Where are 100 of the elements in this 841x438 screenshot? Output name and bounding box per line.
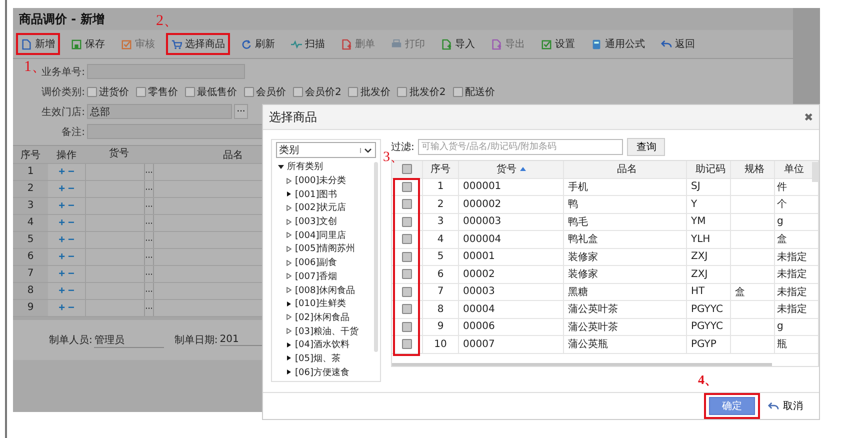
row-number: 9 <box>13 300 48 316</box>
edit-icon <box>541 38 552 50</box>
filter-field[interactable]: 可输入货号/品名/助记码/附加条码 <box>418 139 624 155</box>
back-arrow-icon <box>768 400 779 412</box>
tree-item[interactable]: [003]文创 <box>272 214 380 228</box>
triangle-down-icon <box>278 164 284 170</box>
toolbar-button[interactable]: 通用公式 <box>586 33 650 55</box>
column-header: 助记码 <box>686 161 730 178</box>
triangle-right-icon <box>286 178 292 184</box>
toolbar-button[interactable]: 设置 <box>536 33 580 55</box>
table-cell: Y <box>686 196 730 212</box>
select-all-checkbox[interactable] <box>402 164 412 174</box>
table-cell: 7 <box>422 284 458 300</box>
tree-item[interactable]: [001]图书 <box>272 187 380 202</box>
checkbox[interactable] <box>452 86 463 96</box>
tree-item[interactable]: [010]生鲜类 <box>272 296 380 311</box>
tree-item[interactable]: 所有类别 <box>272 160 380 174</box>
order-number-field[interactable] <box>87 64 245 79</box>
toolbar-button[interactable]: 保存 <box>66 33 110 55</box>
browse-button[interactable]: ··· <box>234 104 248 119</box>
toolbar-button[interactable]: 扫描 <box>286 33 330 55</box>
annotation-label: 4、 <box>698 371 718 389</box>
import-icon <box>441 38 452 50</box>
table-cell: 00003 <box>458 284 563 300</box>
scrollbar[interactable] <box>812 162 818 182</box>
row-checkbox[interactable] <box>402 339 412 350</box>
table-cell: 000001 <box>458 178 563 195</box>
table-cell: 4 <box>422 231 458 248</box>
table-cell: g <box>774 318 811 335</box>
save-icon <box>71 38 82 50</box>
row-checkbox[interactable] <box>402 182 412 192</box>
checkbox-label: 进货价 <box>99 86 129 98</box>
close-button[interactable]: ✖ <box>804 110 813 124</box>
row-checkbox[interactable] <box>402 252 412 262</box>
scrollbar[interactable] <box>392 363 772 366</box>
table-cell: PGYYC <box>686 318 730 335</box>
checkbox[interactable] <box>136 86 146 96</box>
toolbar-button[interactable]: 刷新 <box>236 33 280 55</box>
checkbox[interactable] <box>397 86 408 96</box>
check-icon <box>121 38 132 50</box>
browse-button[interactable]: ··· <box>144 232 154 248</box>
browse-button[interactable]: ··· <box>144 164 154 180</box>
store-field[interactable]: 总部 <box>87 104 232 119</box>
row-checkbox[interactable] <box>402 304 412 314</box>
scrollbar[interactable] <box>374 162 378 352</box>
search-button[interactable]: 查询 <box>627 138 666 156</box>
field-label: 备注: <box>62 126 85 138</box>
checkbox[interactable] <box>244 86 254 96</box>
browse-button[interactable]: ··· <box>144 215 154 231</box>
row-checkbox[interactable] <box>402 216 412 227</box>
tree-item[interactable]: [02]休闲食品 <box>272 310 380 324</box>
tree-item[interactable]: [005]情阁苏州 <box>272 242 380 256</box>
checkbox[interactable] <box>348 86 358 96</box>
column-header: 序号 <box>422 161 458 178</box>
toolbar-button[interactable]: 选择商品 <box>166 33 230 55</box>
toolbar-button[interactable]: 返回 <box>656 33 700 55</box>
table-cell: 瓶 <box>774 336 811 352</box>
table-cell: 盒 <box>730 284 774 300</box>
table-cell: 手机 <box>563 178 686 195</box>
row-number: 6 <box>13 249 48 265</box>
tree-item[interactable]: [06]方便速食 <box>272 365 380 379</box>
browse-button[interactable]: ··· <box>144 300 154 316</box>
checkbox[interactable] <box>293 86 303 96</box>
row-checkbox[interactable] <box>402 269 412 280</box>
cancel-button[interactable]: 取消 <box>768 399 803 413</box>
tree-item[interactable]: [008]休闲食品 <box>272 283 380 297</box>
checkbox[interactable] <box>185 86 195 96</box>
cart-icon <box>171 38 182 50</box>
field-label: 生效门店: <box>42 106 85 118</box>
category-select[interactable]: 类别 <box>276 142 376 158</box>
dialog-title: 选择商品 <box>269 108 317 126</box>
checkbox[interactable] <box>87 86 97 96</box>
tree-item[interactable]: [006]副食 <box>272 256 380 270</box>
pulse-icon <box>291 38 302 50</box>
tree-item[interactable]: [002]状元店 <box>272 201 380 215</box>
triangle-right-icon <box>286 273 292 280</box>
export-icon <box>491 38 502 50</box>
row-checkbox[interactable] <box>402 199 412 210</box>
row-checkbox[interactable] <box>402 234 412 244</box>
row-checkbox[interactable] <box>402 322 412 332</box>
checkbox-label: 最低售价 <box>197 86 237 98</box>
toolbar-button[interactable]: 新增 <box>16 33 60 55</box>
table-cell: 蒲公英叶茶 <box>563 301 686 318</box>
tree-item[interactable]: [007]香烟 <box>272 270 380 284</box>
tree-item[interactable]: [05]烟、茶 <box>272 352 380 366</box>
tree-item[interactable]: [000]未分类 <box>272 174 380 188</box>
browse-button[interactable]: ··· <box>144 198 154 214</box>
triangle-right-icon <box>286 314 292 320</box>
tree-item[interactable]: [004]同里店 <box>272 228 380 242</box>
table-cell: 个 <box>774 196 811 212</box>
browse-button[interactable]: ··· <box>144 266 154 282</box>
table-cell: 8 <box>422 301 458 318</box>
triangle-right-icon <box>286 342 292 348</box>
row-number: 5 <box>13 232 48 248</box>
browse-button[interactable]: ··· <box>144 283 154 299</box>
browse-button[interactable]: ··· <box>144 181 154 197</box>
table-cell: 盒 <box>774 231 811 248</box>
row-checkbox[interactable] <box>402 286 412 297</box>
toolbar-button[interactable]: 导入 <box>436 33 480 55</box>
browse-button[interactable]: ··· <box>144 249 154 265</box>
